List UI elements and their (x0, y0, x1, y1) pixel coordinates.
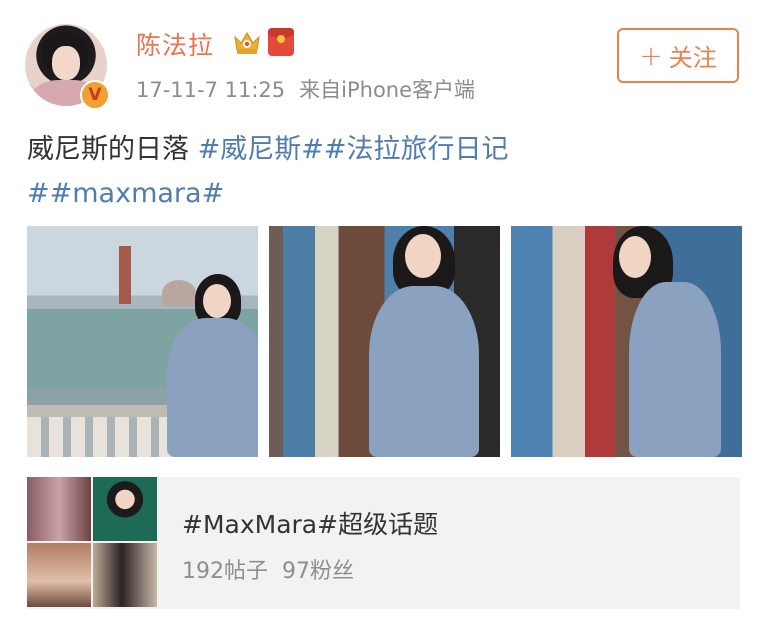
hashtag-maxmara[interactable]: ##maxmara# (27, 178, 224, 209)
follow-label: 关注 (668, 44, 717, 72)
follow-button[interactable]: + 关注 (617, 28, 739, 83)
post-meta: 17-11-7 11:25 来自iPhone客户端 (136, 74, 489, 104)
post-photo-2[interactable] (269, 226, 500, 457)
topic-post-count: 192帖子 (182, 559, 268, 584)
topic-title: #MaxMara#超级话题 (182, 510, 439, 539)
red-packet-icon (268, 28, 294, 56)
topic-fan-count: 97粉丝 (282, 559, 354, 584)
crown-icon (234, 32, 260, 54)
post-photo-3[interactable] (511, 226, 742, 457)
author-name[interactable]: 陈法拉 (136, 26, 214, 62)
post-text: 威尼斯的日落 (27, 134, 198, 165)
hashtag-venice[interactable]: #威尼斯# (198, 134, 324, 165)
topic-thumbnail (93, 543, 157, 607)
verified-badge-icon: V (80, 80, 110, 110)
post-photo-1[interactable] (27, 226, 258, 457)
topic-thumbnail (27, 477, 91, 541)
post-source[interactable]: 来自iPhone客户端 (299, 78, 475, 102)
plus-icon: + (639, 39, 663, 72)
topic-stats: 192帖子 97粉丝 (182, 553, 368, 585)
post-time: 17-11-7 11:25 (136, 78, 286, 102)
topic-thumbnails (27, 477, 159, 609)
post-body: 威尼斯的日落 #威尼斯##法拉旅行日记 ##maxmara# (27, 128, 747, 216)
topic-thumbnail (93, 477, 157, 541)
hashtag-travel-diary[interactable]: #法拉旅行日记 (324, 134, 509, 165)
topic-thumbnail (27, 543, 91, 607)
topic-card[interactable]: #MaxMara#超级话题 192帖子 97粉丝 (27, 477, 740, 609)
